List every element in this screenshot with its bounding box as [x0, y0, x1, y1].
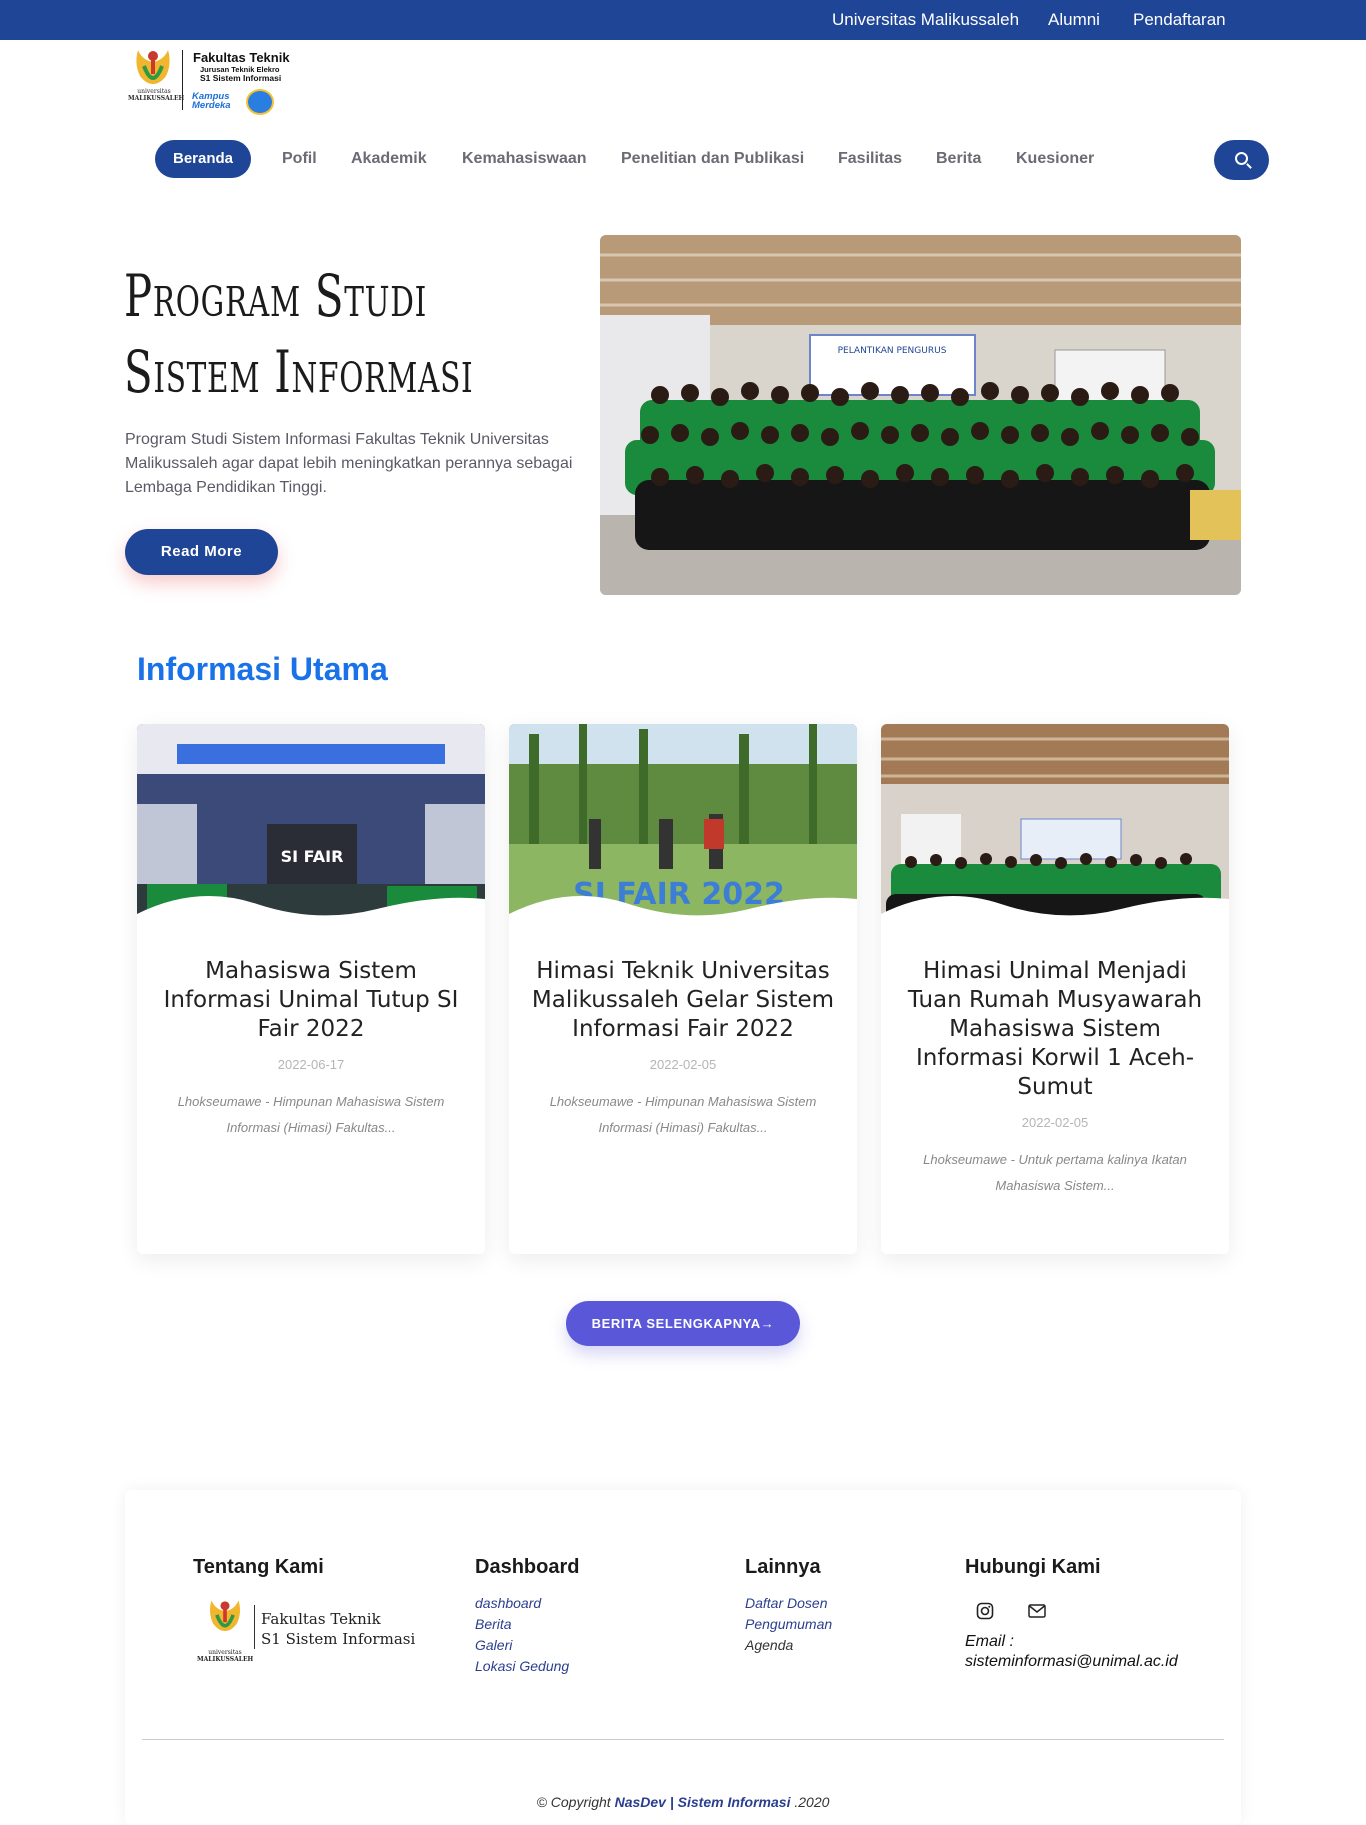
footer-link-pengumuman[interactable]: Pengumuman — [745, 1616, 832, 1632]
search-icon-handle — [1246, 163, 1252, 169]
copyright-year: .2020 — [794, 1794, 830, 1810]
footer-about-title: Tentang Kami — [193, 1556, 324, 1578]
topbar-link-alumni[interactable]: Alumni — [1048, 10, 1100, 30]
copyright-prefix: © Copyright — [536, 1794, 611, 1810]
card-wave-divider — [509, 896, 857, 954]
hero-title-line1: Program Studi — [124, 262, 428, 330]
read-more-button[interactable]: Read More — [125, 529, 278, 575]
kemdikbud-badge-icon — [246, 89, 274, 115]
logo-department: Jurusan Teknik Elekro S1 Sistem Informasi — [200, 65, 281, 83]
nav-item-beranda[interactable]: Beranda — [155, 140, 251, 178]
footer-logo-uni-line1: universitas — [208, 1649, 242, 1656]
news-card-excerpt: Lhokseumawe - Untuk pertama kalinya Ikat… — [923, 1152, 1187, 1193]
footer-link-galeri[interactable]: Galeri — [475, 1637, 512, 1653]
footer-copyright: © Copyright NasDev | Sistem Informasi .2… — [125, 1794, 1241, 1810]
footer-logo-university: universitas MALIKUSSALEH — [197, 1649, 253, 1663]
banner-text: PELANTIKAN PENGURUS — [838, 346, 947, 356]
news-card[interactable]: SI FAIR 2022 Himasi Teknik Universitas M… — [509, 724, 857, 1254]
news-card-date: 2022-02-05 — [649, 1057, 717, 1072]
section-title: Informasi Utama — [137, 651, 388, 687]
footer-link-agenda[interactable]: Agenda — [745, 1637, 793, 1653]
footer-dashboard-title: Dashboard — [475, 1556, 580, 1578]
footer: Tentang Kami universitas MALIKUSSALEH Fak… — [125, 1490, 1241, 1825]
nav-item-penelitian[interactable]: Penelitian dan Publikasi — [621, 140, 804, 178]
footer-logo: universitas MALIKUSSALEH Fakultas Teknik S… — [197, 1595, 415, 1669]
news-card-date: 2022-06-17 — [277, 1057, 345, 1072]
copyright-brand[interactable]: NasDev | Sistem Informasi — [615, 1794, 791, 1810]
mail-icon[interactable] — [1028, 1604, 1046, 1618]
more-news-button[interactable]: BERITA SELENGKAPNYA→ — [566, 1301, 800, 1346]
site-logo[interactable]: universitas MALIKUSSALEH Fakultas Teknik … — [128, 44, 298, 118]
news-card[interactable]: Himasi Unimal Menjadi Tuan Rumah Musyawa… — [881, 724, 1229, 1254]
logo-program-line: S1 Sistem Informasi — [200, 73, 282, 83]
hero-title-line2: Sistem Informasi — [124, 338, 474, 406]
footer-email-label: Email : — [965, 1633, 1014, 1650]
footer-logo-text: Fakultas Teknik S1 Sistem Informasi — [261, 1609, 415, 1649]
nav-item-kemahasiswaan[interactable]: Kemahasiswaan — [462, 140, 587, 178]
footer-logo-uni-line2: MALIKUSSALEH — [197, 1656, 254, 1663]
logo-university-text: universitas MALIKUSSALEH — [128, 88, 184, 102]
top-bar: Universitas Malikussaleh Alumni Pendafta… — [0, 0, 1366, 40]
news-card-excerpt: Lhokseumawe - Himpunan Mahasiswa Sistem … — [549, 1094, 817, 1135]
footer-contact-title: Hubungi Kami — [965, 1556, 1101, 1578]
card-image-text: SI FAIR — [281, 847, 344, 866]
nav-item-akademik[interactable]: Akademik — [351, 140, 427, 178]
hero-photo: PELANTIKAN PENGURUS — [600, 235, 1241, 595]
topbar-link-pendaftaran[interactable]: Pendaftaran — [1133, 10, 1226, 30]
news-card-date: 2022-02-05 — [1021, 1115, 1089, 1130]
kampus-merdeka-line2: Merdeka — [192, 100, 231, 111]
news-card-excerpt: Lhokseumawe - Himpunan Mahasiswa Sistem … — [177, 1094, 445, 1135]
logo-faculty: Fakultas Teknik — [193, 50, 290, 65]
news-card[interactable]: SI FAIR Mahasiswa Sistem Informasi Unima… — [137, 724, 485, 1254]
nav-item-kuesioner[interactable]: Kuesioner — [1016, 140, 1094, 178]
topbar-link-universitas[interactable]: Universitas Malikussaleh — [832, 10, 1019, 30]
footer-email: Email : sisteminformasi@unimal.ac.id — [965, 1632, 1178, 1672]
nav-item-berita[interactable]: Berita — [936, 140, 981, 178]
nav-item-pofil[interactable]: Pofil — [282, 140, 317, 178]
group-photo-image: PELANTIKAN PENGURUS — [600, 235, 1241, 595]
footer-logo-line2: S1 Sistem Informasi — [261, 1630, 416, 1648]
news-card-title[interactable]: Himasi Unimal Menjadi Tuan Rumah Musyawa… — [897, 957, 1213, 1102]
footer-divider — [142, 1739, 1224, 1740]
news-card-title[interactable]: Mahasiswa Sistem Informasi Unimal Tutup … — [153, 957, 469, 1044]
footer-link-daftar-dosen[interactable]: Daftar Dosen — [745, 1595, 827, 1611]
logo-uni-line2: MALIKUSSALEH — [128, 95, 185, 102]
footer-email-address[interactable]: sisteminformasi@unimal.ac.id — [965, 1653, 1178, 1670]
hero-title: Program Studi Sistem Informasi — [124, 258, 473, 410]
card-wave-divider — [881, 896, 1229, 954]
nav-item-fasilitas[interactable]: Fasilitas — [838, 140, 902, 178]
footer-link-berita[interactable]: Berita — [475, 1616, 512, 1632]
kampus-merdeka-text: Kampus Merdeka — [192, 92, 231, 111]
card-wave-divider — [137, 896, 485, 954]
footer-link-dashboard[interactable]: dashboard — [475, 1595, 541, 1611]
instagram-icon[interactable] — [976, 1602, 994, 1620]
logo-uni-line1: universitas — [137, 88, 171, 95]
footer-logo-divider — [254, 1605, 255, 1649]
footer-link-lokasi-gedung[interactable]: Lokasi Gedung — [475, 1658, 569, 1674]
hero-description: Program Studi Sistem Informasi Fakultas … — [125, 431, 573, 496]
news-card-title[interactable]: Himasi Teknik Universitas Malikussaleh G… — [525, 957, 841, 1044]
logo-divider — [182, 50, 183, 110]
search-button[interactable] — [1214, 140, 1269, 180]
footer-logo-line1: Fakultas Teknik — [261, 1610, 381, 1628]
footer-other-title: Lainnya — [745, 1556, 821, 1578]
footer-emblem-icon — [210, 1600, 240, 1632]
